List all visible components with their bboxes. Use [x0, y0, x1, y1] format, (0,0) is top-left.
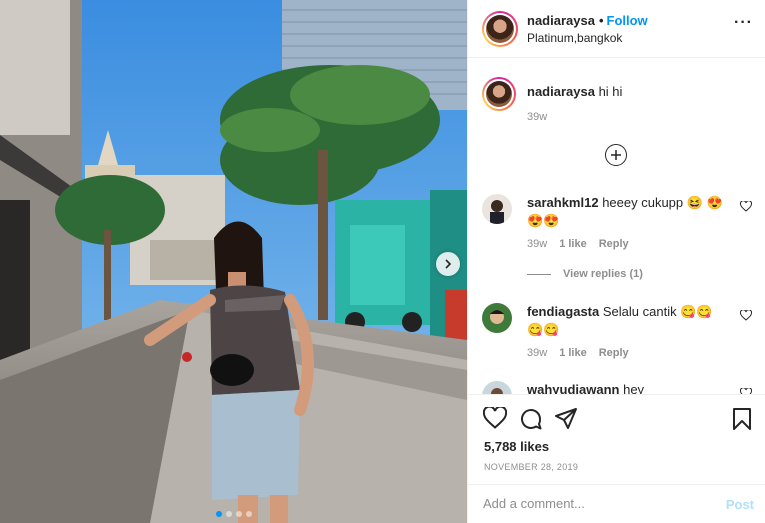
- carousel-dot-active: [215, 511, 222, 517]
- caption-body: hi hi: [598, 84, 623, 99]
- like-comment-button[interactable]: [739, 308, 753, 326]
- comment-text: wahyudiawann hey: [527, 381, 727, 394]
- commenter-avatar[interactable]: [482, 303, 512, 333]
- post-header: nadiaraysa • Follow Platinum,bangkok ···: [468, 0, 765, 58]
- heart-icon: [482, 405, 508, 429]
- header-separator: •: [598, 13, 604, 28]
- share-button[interactable]: [554, 407, 578, 436]
- caption-avatar[interactable]: [482, 77, 516, 111]
- more-options-button[interactable]: ···: [734, 14, 753, 32]
- comment-likes[interactable]: 1 like: [559, 238, 587, 250]
- replies-divider-line: [527, 273, 551, 275]
- comment-username[interactable]: fendiagasta: [527, 304, 599, 319]
- plus-icon: [611, 150, 621, 160]
- avatar[interactable]: [482, 11, 518, 47]
- comment-text: sarahkml12 heeey cukupp 😆 😍😍😍: [527, 194, 727, 230]
- carousel-dot: [245, 511, 252, 517]
- post-photo[interactable]: [0, 0, 467, 523]
- comment-button[interactable]: [519, 407, 543, 436]
- carousel-next-button[interactable]: [436, 252, 460, 276]
- save-button[interactable]: [732, 407, 752, 436]
- like-button[interactable]: [482, 405, 508, 434]
- commenter-avatar[interactable]: [482, 194, 512, 224]
- profile-picture: [486, 15, 514, 43]
- like-comment-button[interactable]: [739, 386, 753, 394]
- follow-button[interactable]: Follow: [607, 13, 648, 28]
- comment-meta: 39w 1 like Reply: [527, 238, 629, 250]
- carousel-dot: [225, 511, 232, 517]
- header-username[interactable]: nadiaraysa: [527, 13, 595, 28]
- reply-button[interactable]: Reply: [599, 238, 629, 250]
- street-photo-illustration: [0, 0, 467, 523]
- post-date[interactable]: NOVEMBER 28, 2019: [484, 462, 578, 472]
- post-comment-button[interactable]: Post: [726, 497, 754, 512]
- view-replies-label: View replies (1): [563, 268, 643, 280]
- profile-picture: [482, 194, 512, 224]
- carousel-indicator: [0, 511, 467, 517]
- profile-picture: [482, 381, 512, 394]
- add-comment-bar: Post: [468, 484, 765, 523]
- carousel-dot: [235, 511, 242, 517]
- caption-username[interactable]: nadiaraysa: [527, 84, 595, 99]
- comments-list[interactable]: nadiaraysa hi hi 39w sarahkml12 heeey cu…: [468, 58, 765, 394]
- caption-timestamp[interactable]: 39w: [527, 111, 547, 123]
- comment-likes[interactable]: 1 like: [559, 347, 587, 359]
- post-actions: 5,788 likes NOVEMBER 28, 2019: [468, 394, 765, 484]
- heart-outline-icon: [739, 200, 753, 212]
- location-link[interactable]: Platinum,bangkok: [527, 31, 622, 45]
- comment-text: fendiagasta Selalu cantik 😋😋 😋😋: [527, 303, 727, 339]
- view-replies-button[interactable]: View replies (1): [527, 268, 643, 280]
- paper-plane-icon: [555, 408, 577, 429]
- likes-count[interactable]: 5,788 likes: [484, 439, 549, 454]
- commenter-avatar[interactable]: [482, 381, 512, 394]
- comment-input[interactable]: [483, 496, 703, 511]
- profile-picture: [482, 303, 512, 333]
- comment-username[interactable]: wahyudiawann: [527, 382, 619, 394]
- bookmark-icon: [733, 408, 751, 430]
- comment-meta: 39w 1 like Reply: [527, 347, 629, 359]
- profile-picture: [486, 81, 512, 107]
- comment-body: hey: [623, 382, 645, 394]
- comment-timestamp[interactable]: 39w: [527, 238, 547, 250]
- comment-timestamp[interactable]: 39w: [527, 347, 547, 359]
- post-side-panel: nadiaraysa • Follow Platinum,bangkok ··· n…: [467, 0, 765, 523]
- comment-bubble-icon: [521, 409, 542, 430]
- chevron-right-icon: [445, 259, 452, 269]
- load-more-comments-button[interactable]: [605, 144, 627, 166]
- comment-username[interactable]: sarahkml12: [527, 195, 599, 210]
- caption-text: nadiaraysa hi hi: [527, 83, 752, 101]
- header-username-row: nadiaraysa • Follow: [527, 13, 648, 28]
- reply-button[interactable]: Reply: [599, 347, 629, 359]
- like-comment-button[interactable]: [739, 199, 753, 217]
- heart-outline-icon: [739, 309, 753, 321]
